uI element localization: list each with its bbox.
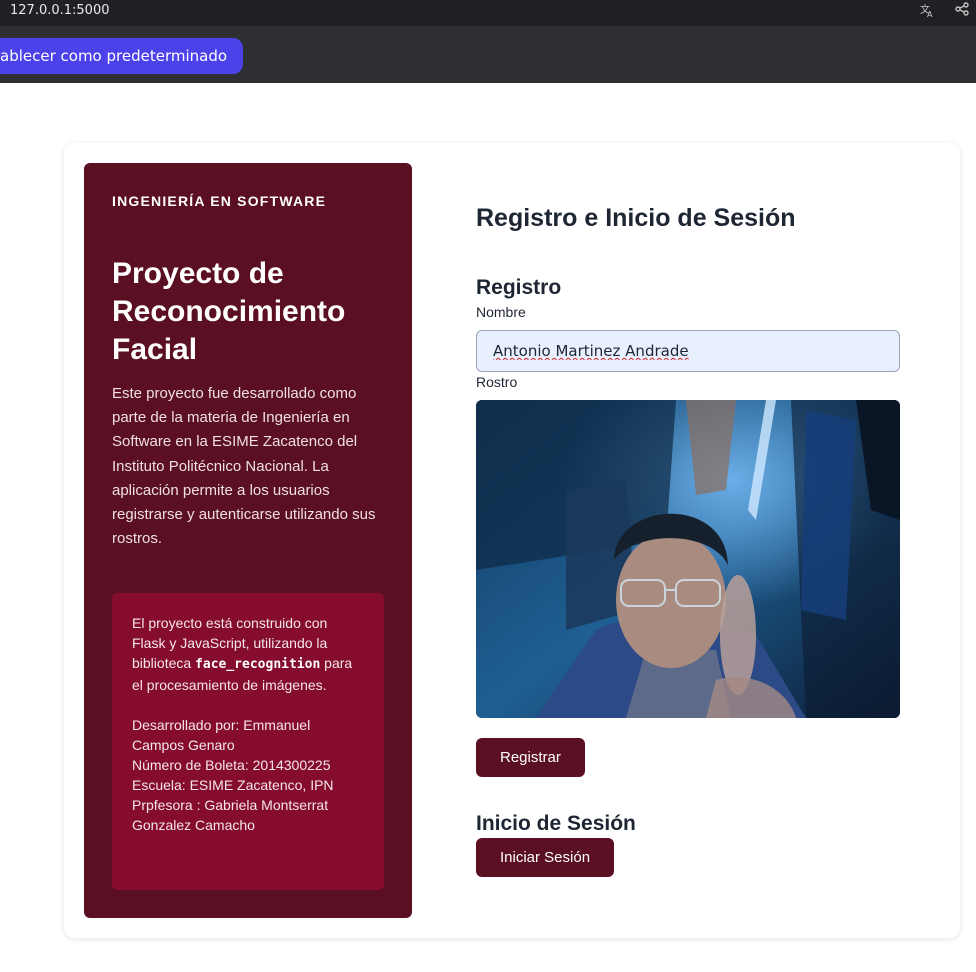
login-button[interactable]: Iniciar Sesión (476, 838, 615, 877)
translate-icon[interactable]: 文A (918, 2, 936, 20)
face-label: Rostro (476, 374, 518, 390)
login-heading: Inicio de Sesión (476, 812, 636, 835)
browser-infobar: ablecer como predeterminado (0, 26, 976, 83)
register-button[interactable]: Registrar (476, 738, 585, 777)
credit-school: Escuela: ESIME Zacatenco, IPN (132, 777, 334, 793)
set-default-button[interactable]: ablecer como predeterminado (0, 38, 244, 74)
name-input[interactable] (476, 330, 900, 372)
credit-author: Desarrollado por: Emmanuel Campos Genaro (132, 717, 311, 753)
project-sidebar: INGENIERÍA EN SOFTWARE Proyecto de Recon… (84, 163, 412, 918)
share-icon[interactable] (953, 2, 971, 20)
sidebar-kicker: INGENIERÍA EN SOFTWARE (112, 193, 327, 209)
svg-text:A: A (927, 10, 933, 18)
credit-teacher: Prpfesora : Gabriela Montserrat Gonzalez… (132, 797, 329, 833)
sidebar-description: Este proyecto fue desarrollado como part… (112, 385, 376, 548)
auth-panel: Registro e Inicio de Sesión Registro Nom… (476, 143, 906, 938)
address-bar[interactable]: 127.0.0.1:5000 文A (0, 0, 976, 26)
info-code: face_recognition (195, 657, 321, 672)
address-url[interactable]: 127.0.0.1:5000 (10, 3, 110, 18)
page-title: Registro e Inicio de Sesión (476, 204, 796, 232)
sidebar-title: Proyecto de Reconocimiento Facial (112, 257, 346, 366)
credit-boleta: Número de Boleta: 2014300225 (132, 757, 331, 773)
name-label: Nombre (476, 304, 526, 320)
project-info-box: El proyecto está construido con Flask y … (112, 593, 384, 890)
webcam-video[interactable] (476, 400, 900, 718)
main-card: INGENIERÍA EN SOFTWARE Proyecto de Recon… (64, 143, 960, 938)
register-heading: Registro (476, 276, 562, 299)
